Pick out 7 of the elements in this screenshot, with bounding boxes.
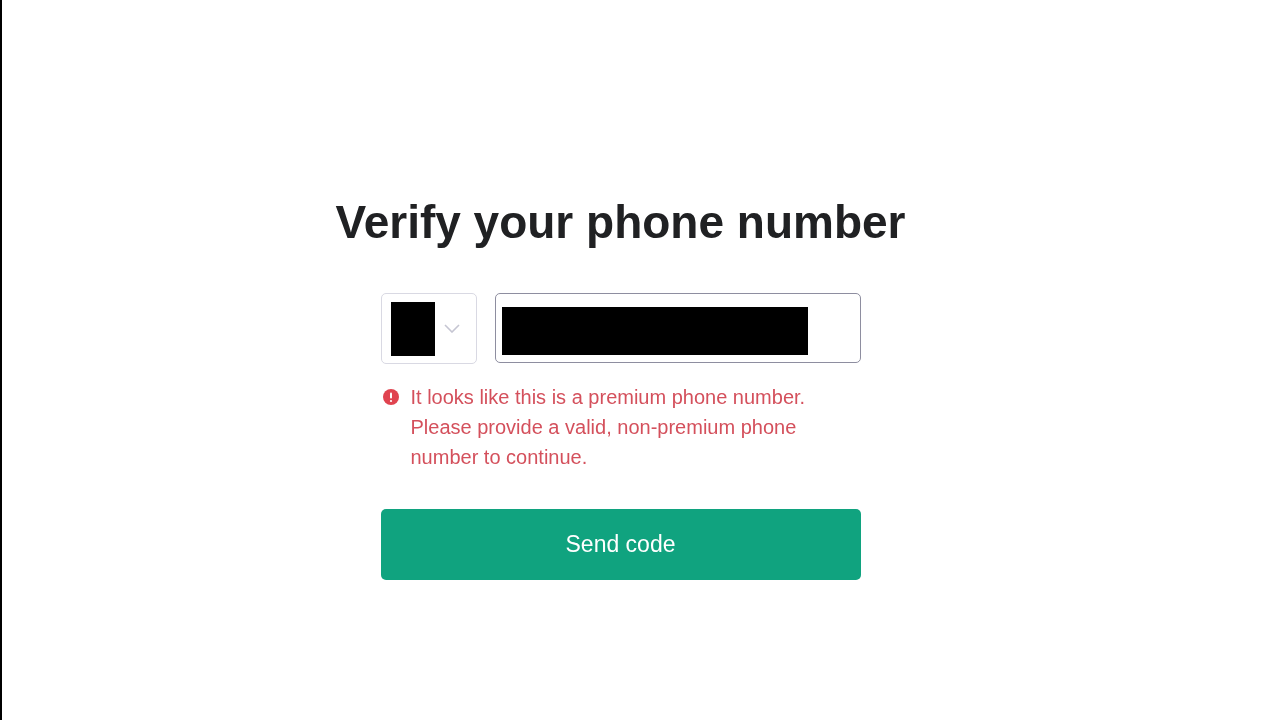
chevron-down-icon xyxy=(443,324,460,333)
error-icon xyxy=(382,389,399,405)
phone-input-field[interactable] xyxy=(494,293,861,363)
country-select[interactable] xyxy=(380,293,477,364)
error-message: It looks like this is a premium phone number. Please provide a valid, non-premium phone number to continue. xyxy=(410,385,807,470)
page-heading: Verify your phone number xyxy=(335,195,906,250)
send-code-button[interactable]: Send code xyxy=(380,509,861,580)
